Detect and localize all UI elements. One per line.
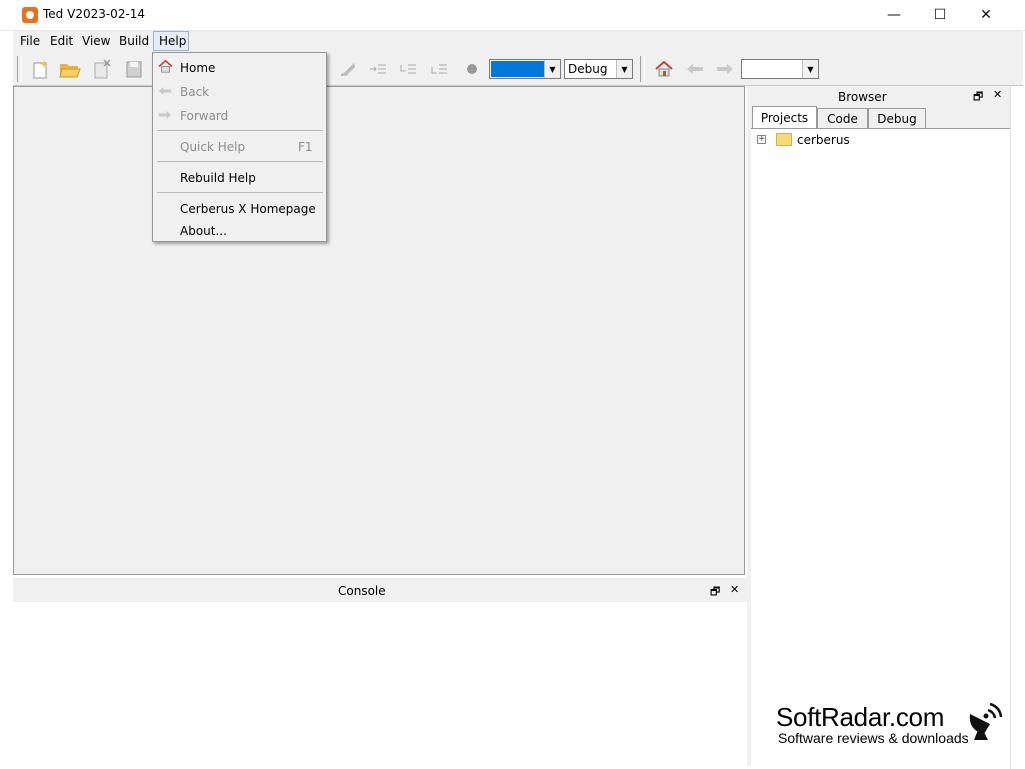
menu-item-label: Forward [180,109,229,123]
console-title: Console [338,584,386,598]
menu-item-back[interactable]: Back [153,82,326,102]
build-run-icon[interactable] [337,58,359,80]
new-file-icon[interactable] [29,58,51,80]
open-folder-icon[interactable] [59,58,81,80]
minimize-button[interactable]: — [871,0,917,30]
chevron-down-icon[interactable]: ▼ [544,60,560,78]
browser-close-icon[interactable]: ✕ [993,88,1002,101]
app-icon [22,7,38,23]
tab-projects[interactable]: Projects [752,106,817,129]
browser-title: Browser [838,90,887,104]
folder-icon [776,133,792,146]
forward-arrow-icon[interactable] [714,58,736,80]
toolbar-grip[interactable] [640,56,645,82]
menu-item-homepage[interactable]: Cerberus X Homepage [153,199,326,219]
config-combo-value: Debug [568,62,608,76]
menu-file[interactable]: File [20,34,40,48]
menu-item-label: Cerberus X Homepage [180,202,316,216]
window-title: Ted V2023-02-14 [43,7,146,21]
window-left-border [0,31,13,769]
browser-panel: Browser 🗗 ✕ Projects Code Debug + cerber… [747,86,1010,767]
menu-item-rebuild-help[interactable]: Rebuild Help [153,168,326,188]
back-arrow-icon[interactable] [684,58,706,80]
menu-help[interactable]: Help [159,34,186,48]
menu-build[interactable]: Build [119,34,149,48]
chevron-down-icon[interactable]: ▼ [802,60,818,78]
menu-separator [157,161,323,162]
close-button[interactable]: ✕ [963,0,1009,30]
tree-item-label[interactable]: cerberus [797,133,850,147]
menu-item-label: About... [180,224,227,238]
target-combo[interactable]: ▼ [489,59,561,79]
menu-item-label: Back [180,85,210,99]
menu-item-label: Rebuild Help [180,171,256,185]
tab-code[interactable]: Code [817,108,868,128]
tree-expand-icon[interactable]: + [757,135,766,144]
title-bar: Ted V2023-02-14 — ☐ ✕ [0,0,1025,31]
back-arrow-icon [157,85,173,99]
menu-item-quick-help[interactable]: Quick Help F1 [153,137,326,157]
menu-separator [157,130,323,131]
console-header: Console 🗗 ✕ [13,578,747,602]
target-combo-value [491,61,544,77]
close-file-icon[interactable] [91,58,113,80]
menu-view[interactable]: View [82,34,110,48]
config-combo[interactable]: Debug ▼ [564,59,633,79]
project-tree[interactable]: + cerberus [751,128,1010,767]
menu-item-label: Home [180,61,216,75]
menu-separator [157,192,323,193]
watermark-tagline: Software reviews & downloads [778,730,969,746]
satellite-dish-icon [964,700,1004,742]
help-dropdown-menu: Home Back Forward Quick Help F1 Rebuild … [152,52,327,242]
watermark: SoftRadar.com Software reviews & downloa… [776,703,969,745]
toolbar-grip[interactable] [17,56,22,82]
menu-item-home[interactable]: Home [153,58,326,78]
step-in-icon[interactable] [397,58,419,80]
maximize-button[interactable]: ☐ [917,0,963,30]
watermark-brand: SoftRadar.com [776,702,945,732]
menu-item-label: Quick Help [180,140,246,154]
save-icon[interactable] [123,58,145,80]
menu-item-about[interactable]: About... [153,221,326,241]
menu-bar: File Edit View Build Help [13,31,1023,52]
step-icon[interactable] [367,58,389,80]
stop-icon[interactable] [461,58,483,80]
home-icon [157,59,173,74]
console-close-icon[interactable]: ✕ [730,583,739,596]
chevron-down-icon[interactable]: ▼ [616,60,632,78]
editor-area[interactable] [13,86,745,575]
menu-edit[interactable]: Edit [50,34,73,48]
step-out-icon[interactable] [428,58,450,80]
nav-combo[interactable]: ▼ [741,59,819,79]
browser-float-icon[interactable]: 🗗 [973,88,983,107]
tab-debug[interactable]: Debug [868,108,926,128]
menu-item-shortcut: F1 [298,140,313,154]
console-float-icon[interactable]: 🗗 [710,583,720,602]
home-icon[interactable] [653,58,675,80]
menu-item-forward[interactable]: Forward [153,106,326,126]
window-right-border [1010,86,1024,769]
forward-arrow-icon [157,109,173,123]
console-output[interactable] [13,602,747,766]
